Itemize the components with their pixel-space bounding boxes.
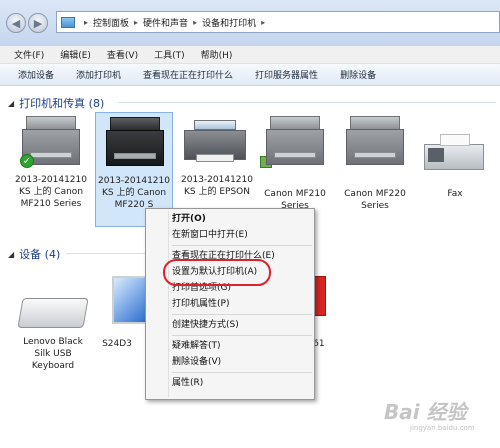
printer-label: 2013-20141210 KS 上的 EPSON [181, 175, 253, 197]
menu-tools[interactable]: 工具(T) [154, 48, 185, 61]
breadcrumb-control-panel[interactable]: 控制面板 [93, 16, 129, 29]
add-device-button[interactable]: 添加设备 [18, 68, 54, 81]
command-toolbar: 添加设备 添加打印机 查看现在正在打印什么 打印服务器属性 删除设备 [0, 64, 500, 86]
forward-button[interactable]: ▶ [28, 13, 48, 33]
address-bar[interactable]: ▸ 控制面板 ▸ 硬件和声音 ▸ 设备和打印机 ▸ [56, 11, 500, 33]
context-menu: 打开(O) 在新窗口中打开(E) 查看现在正在打印什么(E) 设置为默认打印机(… [145, 208, 315, 400]
printer-icon [266, 116, 324, 168]
remove-device-button[interactable]: 删除设备 [340, 68, 376, 81]
devices-group-header[interactable]: ◢ 设备 (4) [8, 246, 60, 262]
collapse-triangle-icon: ◢ [8, 98, 15, 108]
menu-create-shortcut[interactable]: 创建快捷方式(S) [146, 317, 314, 333]
printers-group-header[interactable]: ◢ 打印机和传真 (8) [8, 95, 104, 111]
back-button[interactable]: ◀ [6, 13, 26, 33]
menu-properties[interactable]: 属性(R) [146, 375, 314, 391]
arrow-right-icon: ▶ [33, 16, 43, 30]
devices-group-title: 设备 (4) [19, 248, 61, 261]
see-whats-printing-button[interactable]: 查看现在正在打印什么 [143, 68, 233, 81]
default-check-icon: ✓ [20, 154, 34, 168]
group-divider [118, 102, 496, 103]
printer-label: Canon MF220 Series [344, 189, 406, 211]
menu-view[interactable]: 查看(V) [107, 48, 138, 61]
printer-icon [106, 117, 164, 169]
menu-printer-properties[interactable]: 打印机属性(P) [146, 296, 314, 312]
menu-separator [172, 245, 312, 246]
chevron-right-icon: ▸ [261, 17, 266, 27]
chevron-right-icon: ▸ [134, 17, 139, 27]
menu-open-new-window[interactable]: 在新窗口中打开(E) [146, 227, 314, 243]
chevron-right-icon: ▸ [84, 17, 89, 27]
group-divider [66, 253, 146, 254]
add-printer-button[interactable]: 添加打印机 [76, 68, 121, 81]
fax-item[interactable]: Fax [416, 112, 494, 227]
control-panel-icon [61, 16, 75, 28]
arrow-left-icon: ◀ [11, 16, 21, 30]
menu-separator [172, 335, 312, 336]
menu-separator [172, 372, 312, 373]
menu-edit[interactable]: 编辑(E) [60, 48, 91, 61]
breadcrumb-devices-printers[interactable]: 设备和打印机 [202, 16, 256, 29]
breadcrumb-hardware-sound[interactable]: 硬件和声音 [143, 16, 188, 29]
menu-troubleshoot[interactable]: 疑难解答(T) [146, 338, 314, 354]
menu-file[interactable]: 文件(F) [14, 48, 44, 61]
watermark-url: jingyan.baidu.com [410, 424, 475, 432]
keyboard-icon [17, 298, 89, 328]
menu-help[interactable]: 帮助(H) [201, 48, 233, 61]
watermark: Bai 经验 [384, 400, 467, 424]
collapse-triangle-icon: ◢ [8, 249, 15, 259]
printer-item[interactable]: Canon MF220 Series [336, 112, 414, 227]
printer-icon [346, 116, 404, 168]
menu-remove-device[interactable]: 删除设备(V) [146, 354, 314, 370]
menu-bar: 文件(F) 编辑(E) 查看(V) 工具(T) 帮助(H) [0, 46, 500, 64]
title-bar: ◀ ▶ ▸ 控制面板 ▸ 硬件和声音 ▸ 设备和打印机 ▸ [0, 0, 500, 46]
fax-label: Fax [447, 189, 463, 199]
printer-item[interactable]: ✓ 2013-20141210 KS 上的 Canon MF210 Series [12, 112, 90, 227]
printer-label: 2013-20141210 KS 上的 Canon MF210 Series [15, 175, 87, 209]
printer-label: 2013-20141210 KS 上的 Canon MF220 S [98, 176, 170, 210]
annotation-highlight-ring [163, 259, 271, 286]
printer-icon [184, 120, 246, 168]
keyboard-device-item[interactable]: Lenovo Black Silk USB Keyboard [14, 294, 92, 378]
menu-open[interactable]: 打开(O) [146, 211, 314, 227]
print-server-properties-button[interactable]: 打印服务器属性 [255, 68, 318, 81]
chevron-right-icon: ▸ [193, 17, 198, 27]
printers-group-title: 打印机和传真 (8) [19, 97, 105, 110]
fax-icon [424, 134, 484, 174]
menu-separator [172, 314, 312, 315]
